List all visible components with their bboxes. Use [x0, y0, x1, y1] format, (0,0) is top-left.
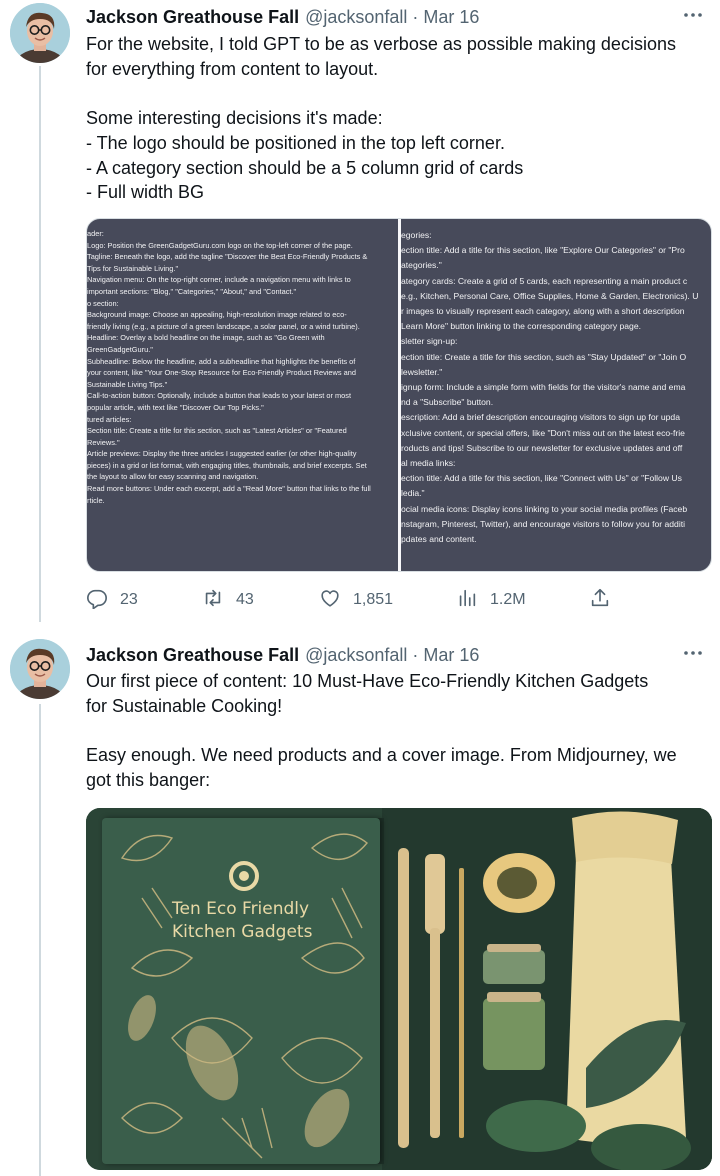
tweet-text-line: for Sustainable Cooking!	[86, 695, 283, 716]
tweet-text-line: for everything from content to layout.	[86, 58, 379, 79]
tweet-text-line: got this banger:	[86, 769, 211, 790]
like-button[interactable]: 1,851	[319, 586, 393, 614]
share-button[interactable]	[589, 586, 611, 614]
doc-line: nd a "Subscribe" button.	[401, 397, 494, 408]
tweet-header: Jackson Greathouse Fall @jacksonfall · M…	[86, 5, 479, 29]
like-count: 1,851	[353, 591, 394, 608]
share-icon	[589, 587, 611, 614]
doc-line: Read more buttons: Under each excerpt, a…	[87, 484, 371, 494]
doc-line: ection title: Add a title for this secti…	[401, 245, 685, 256]
doc-line: xclusive content, or special offers, lik…	[401, 427, 685, 438]
doc-line: escription: Add a brief description enco…	[401, 412, 680, 423]
doc-line: ection title: Create a title for this se…	[401, 351, 687, 362]
tweet-text-line: Our first piece of content: 10 Must-Have…	[86, 671, 649, 691]
tweet-text-line: Easy enough. We need products and a cove…	[86, 745, 677, 766]
doc-line: ection title: Add a title for this secti…	[401, 473, 682, 484]
doc-line: al media links:	[401, 458, 456, 469]
cover-title-line: Ten Eco Friendly	[172, 899, 310, 919]
retweet-button[interactable]: 43	[202, 586, 254, 614]
doc-line: sletter sign-up:	[401, 336, 458, 347]
cover-book: Ten Eco Friendly Kitchen Gadgets	[102, 818, 380, 1164]
tweet-text-line: - The logo should be positioned in the t…	[86, 132, 505, 153]
avatar[interactable]	[10, 639, 70, 699]
tweet-date[interactable]: Mar 16	[423, 645, 479, 666]
separator: ·	[412, 644, 419, 665]
doc-line: ader:	[87, 229, 104, 238]
doc-line: ocial media icons: Display icons linking…	[401, 503, 688, 514]
tweet-text: Our first piece of content: 10 Must-Have…	[86, 669, 712, 793]
tweet-text-line: For the website, I told GPT to be as ver…	[86, 34, 676, 54]
doc-line: Background image: Choose an appealing, h…	[87, 310, 347, 320]
author-name[interactable]: Jackson Greathouse Fall	[86, 645, 299, 666]
doc-line: Subheadline: Below the headline, add a s…	[87, 356, 356, 366]
doc-line: important sections: "Blog," "Categories,…	[87, 286, 297, 296]
doc-line: Sustainable Living Tips."	[87, 379, 168, 389]
author-handle[interactable]: @jacksonfall	[305, 645, 407, 666]
views-chart-icon	[456, 587, 478, 614]
tweet-text-line: Some interesting decisions it's made:	[86, 108, 383, 129]
tweet-media-cover-image[interactable]: Ten Eco Friendly Kitchen Gadgets	[86, 808, 712, 1170]
leaf-pattern	[120, 833, 368, 1159]
retweet-count: 43	[236, 591, 254, 608]
doc-line: the layout to allow for easy scanning an…	[87, 472, 259, 482]
doc-line: lewsletter."	[401, 366, 443, 377]
tweet-actions: 23 43 1,851 1.2M	[86, 586, 626, 614]
doc-line: rticle.	[87, 495, 105, 505]
doc-line: your content, like "Your One-Stop Resour…	[87, 368, 356, 378]
doc-line: Navigation menu: On the top-right corner…	[87, 275, 351, 285]
doc-line: nstagram, Pinterest, Twitter), and encou…	[401, 518, 686, 529]
doc-line: Tips for Sustainable Living."	[87, 263, 179, 273]
tweet-header: Jackson Greathouse Fall @jacksonfall · M…	[86, 643, 479, 667]
retweet-icon	[202, 587, 224, 614]
more-dots-icon[interactable]	[682, 644, 704, 662]
views-count: 1.2M	[490, 591, 526, 608]
doc-line: pieces) in a grid or list format, with e…	[87, 460, 367, 470]
doc-line: tured articles:	[87, 414, 132, 424]
tweet-text: For the website, I told GPT to be as ver…	[86, 32, 712, 205]
doc-line: Logo: Position the GreenGadgetGuru.com l…	[87, 240, 353, 250]
avatar[interactable]	[10, 3, 70, 63]
doc-line: Section title: Create a title for this s…	[87, 426, 347, 436]
tweet[interactable]: Jackson Greathouse Fall @jacksonfall · M…	[0, 635, 720, 1176]
doc-line: Tagline: Beneath the logo, add the tagli…	[87, 252, 368, 262]
doc-line: ignup form: Include a simple form with f…	[401, 382, 686, 393]
tweet-date[interactable]: Mar 16	[423, 7, 479, 28]
doc-line: ategories."	[401, 260, 442, 271]
tweet[interactable]: Jackson Greathouse Fall @jacksonfall · M…	[0, 0, 720, 625]
reply-icon	[86, 587, 108, 614]
separator: ·	[412, 6, 419, 27]
doc-line: Headline: Overlay a bold headline on the…	[87, 333, 325, 343]
doc-line: popular article, with text like "Discove…	[87, 402, 264, 412]
author-handle[interactable]: @jacksonfall	[305, 7, 407, 28]
doc-line: o section:	[87, 298, 119, 308]
more-dots-icon[interactable]	[682, 6, 704, 24]
doc-line: Article previews: Display the three arti…	[87, 449, 357, 459]
doc-line: GreenGadgetGuru."	[87, 344, 153, 354]
reply-count: 23	[120, 591, 138, 608]
cover-title-line: Kitchen Gadgets	[172, 922, 313, 942]
doc-line: pdates and content.	[401, 534, 477, 545]
cover-title: Ten Eco Friendly Kitchen Gadgets	[172, 898, 312, 944]
doc-line: roducts and tips! Subscribe to our newsl…	[401, 442, 683, 453]
doc-line: ategory cards: Create a grid of 5 cards,…	[401, 275, 688, 286]
reply-button[interactable]: 23	[86, 586, 138, 614]
tweet-text-line	[86, 718, 712, 743]
doc-line: egories:	[401, 230, 432, 240]
views-button[interactable]: 1.2M	[456, 586, 526, 614]
screenshot-right-column: egories: ection title: Add a title for t…	[401, 219, 711, 571]
tweet-text-line	[86, 81, 712, 106]
tweet-text-line: - A category section should be a 5 colum…	[86, 157, 524, 178]
tweet-text-line: - Full width BG	[86, 182, 205, 203]
doc-line: e.g., Kitchen, Personal Care, Office Sup…	[401, 290, 699, 301]
doc-line: ledia."	[401, 488, 425, 499]
tweet-media-screenshot[interactable]: ader: Logo: Position the GreenGadgetGuru…	[86, 218, 712, 572]
heart-icon	[319, 587, 341, 614]
doc-line: friendly living (e.g., a picture of a gr…	[87, 321, 360, 331]
doc-line: Reviews."	[87, 437, 120, 447]
doc-line: Learn More" button linking to the corres…	[401, 321, 642, 332]
doc-line: r images to visually represent each cate…	[401, 306, 685, 317]
author-name[interactable]: Jackson Greathouse Fall	[86, 7, 299, 28]
doc-line: Call-to-action button: Optionally, inclu…	[87, 391, 352, 401]
screenshot-left-column: ader: Logo: Position the GreenGadgetGuru…	[87, 219, 399, 571]
